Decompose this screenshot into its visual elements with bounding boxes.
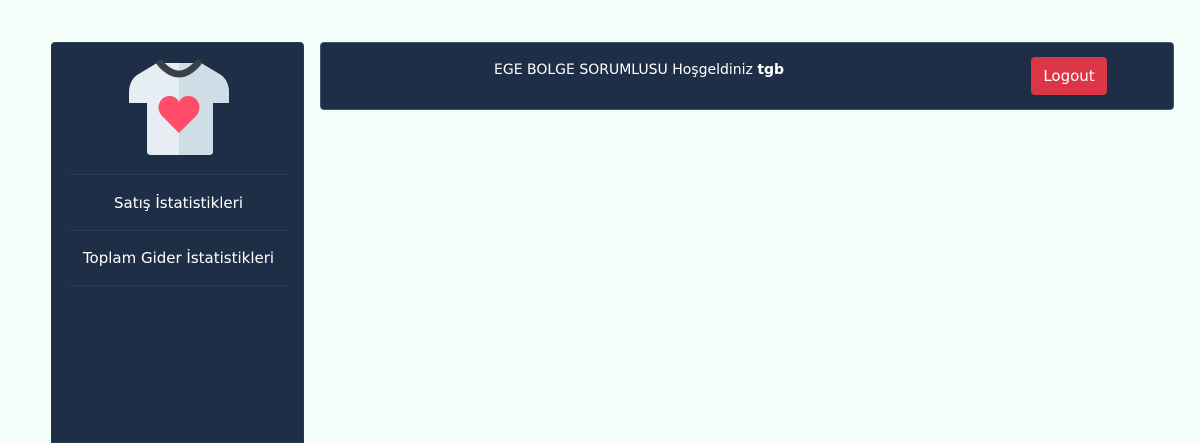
sidebar-item-label: Toplam Gider İstatistikleri bbox=[82, 249, 275, 267]
sidebar-item-sales-statistics[interactable]: Satış İstatistikleri bbox=[69, 174, 288, 230]
username: tgb bbox=[757, 62, 785, 78]
top-header: EGE BOLGE SORUMLUSU Hoşgeldiniz tgb Logo… bbox=[320, 42, 1174, 110]
logout-button[interactable]: Logout bbox=[1031, 57, 1107, 95]
welcome-text: EGE BOLGE SORUMLUSU Hoşgeldiniz bbox=[494, 62, 758, 78]
tshirt-heart-icon bbox=[129, 59, 229, 155]
sidebar-item-label: Satış İstatistikleri bbox=[114, 193, 243, 212]
sidebar-item-total-expense-statistics[interactable]: Toplam Gider İstatistikleri bbox=[69, 230, 288, 286]
sidebar-nav: Satış İstatistikleri Toplam Gider İstati… bbox=[69, 174, 288, 286]
welcome-message: EGE BOLGE SORUMLUSU Hoşgeldiniz tgb bbox=[494, 62, 784, 78]
sidebar: Satış İstatistikleri Toplam Gider İstati… bbox=[51, 42, 304, 443]
